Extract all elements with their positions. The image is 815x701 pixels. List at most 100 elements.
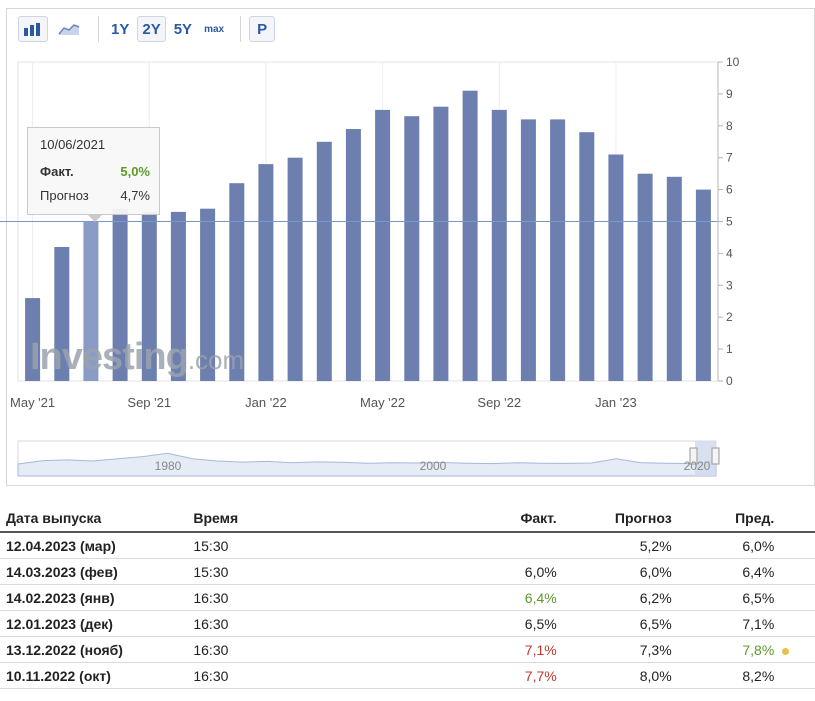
row-forecast: 5,2% — [560, 532, 676, 559]
x-tick-label: May '22 — [360, 395, 405, 410]
table-row: 14.02.2023 (янв) 16:30 6,4% 6,2% 6,5% — [0, 584, 815, 611]
tooltip-forecast-row: Прогноз 4,7% — [40, 188, 150, 203]
row-spacer — [778, 610, 815, 637]
x-tick-label: May '21 — [10, 395, 55, 410]
chart-bar[interactable] — [287, 157, 303, 381]
chart-bar[interactable] — [462, 90, 478, 381]
row-forecast: 8,0% — [560, 662, 676, 689]
revision-dot-icon — [782, 647, 790, 655]
row-date: 14.02.2023 (янв) — [0, 584, 190, 611]
navigator-year-label: 1980 — [155, 459, 182, 473]
row-forecast: 7,3% — [560, 636, 676, 663]
header-time[interactable]: Время — [189, 505, 398, 533]
row-time: 16:30 — [189, 662, 398, 689]
header-spacer — [778, 505, 815, 533]
tooltip-forecast-label: Прогноз — [40, 188, 89, 203]
table-header-row: Дата выпуска Время Факт. Прогноз Пред. — [0, 505, 815, 533]
row-forecast: 6,5% — [560, 610, 676, 637]
chart-bar[interactable] — [608, 154, 624, 382]
y-tick-label: 10 — [726, 55, 740, 69]
row-spacer — [778, 532, 815, 559]
table-row: 12.01.2023 (дек) 16:30 6,5% 6,5% 7,1% — [0, 610, 815, 637]
y-tick-label: 9 — [726, 87, 733, 101]
row-forecast: 6,0% — [560, 558, 676, 585]
y-tick-label: 0 — [726, 374, 733, 388]
y-tick-label: 5 — [726, 215, 733, 229]
chart-bar[interactable] — [316, 141, 332, 382]
header-actual[interactable]: Факт. — [397, 505, 561, 533]
row-actual — [397, 532, 561, 559]
x-tick-label: Jan '22 — [245, 395, 287, 410]
table-row: 14.03.2023 (фев) 15:30 6,0% 6,0% 6,4% — [0, 558, 815, 585]
row-date: 12.04.2023 (мар) — [0, 532, 190, 559]
row-time: 16:30 — [189, 610, 398, 637]
row-spacer — [778, 662, 815, 689]
table-row: 12.04.2023 (мар) 15:30 5,2% 6,0% — [0, 532, 815, 559]
navigator-handle[interactable] — [711, 447, 720, 465]
row-previous: 6,5% — [675, 584, 779, 611]
chart-bar[interactable] — [375, 109, 391, 382]
y-tick-label: 8 — [726, 119, 733, 133]
chart-bar[interactable] — [258, 164, 274, 381]
row-previous: 8,2% — [675, 662, 779, 689]
chart-bar[interactable] — [695, 189, 711, 381]
x-tick-label: Jan '23 — [595, 395, 637, 410]
header-forecast[interactable]: Прогноз — [560, 505, 676, 533]
chart-bar[interactable] — [579, 132, 595, 381]
watermark-suffix: .com — [187, 345, 245, 375]
chart-bar[interactable] — [491, 109, 507, 382]
row-time: 16:30 — [189, 636, 398, 663]
y-tick-label: 4 — [726, 246, 733, 260]
header-previous[interactable]: Пред. — [675, 505, 779, 533]
tooltip-actual-label: Факт. — [40, 164, 74, 179]
chart-bar[interactable] — [550, 119, 566, 382]
chart-bar[interactable] — [666, 176, 682, 381]
y-tick-label: 2 — [726, 310, 733, 324]
release-history-table: Дата выпуска Время Факт. Прогноз Пред. 1… — [0, 505, 815, 689]
row-previous: 6,0% — [675, 532, 779, 559]
row-forecast: 6,2% — [560, 584, 676, 611]
table-row: 10.11.2022 (окт) 16:30 7,7% 8,0% 8,2% — [0, 662, 815, 689]
row-time: 15:30 — [189, 532, 398, 559]
chart-bar[interactable] — [345, 129, 361, 381]
row-date: 13.12.2022 (нояб) — [0, 636, 190, 663]
tooltip-actual-value: 5,0% — [120, 164, 150, 179]
row-date: 14.03.2023 (фев) — [0, 558, 190, 585]
y-tick-label: 1 — [726, 342, 733, 356]
chart-tooltip: 10/06/2021 Факт. 5,0% Прогноз 4,7% — [27, 127, 160, 215]
chart-bar[interactable] — [433, 106, 449, 381]
table-row: 13.12.2022 (нояб) 16:30 7,1% 7,3% 7,8% — [0, 636, 815, 663]
tooltip-forecast-value: 4,7% — [120, 188, 150, 203]
x-tick-label: Sep '22 — [477, 395, 521, 410]
row-previous: 7,8% — [675, 636, 779, 663]
row-actual: 6,5% — [397, 610, 561, 637]
row-actual: 6,0% — [397, 558, 561, 585]
chart-bar[interactable] — [520, 119, 536, 382]
tooltip-actual-row: Факт. 5,0% — [40, 164, 150, 179]
header-date[interactable]: Дата выпуска — [0, 505, 190, 533]
row-actual: 7,7% — [397, 662, 561, 689]
y-tick-label: 7 — [726, 151, 733, 165]
navigator-year-label: 2000 — [420, 459, 447, 473]
chart-bar[interactable] — [637, 173, 653, 381]
y-tick-label: 3 — [726, 278, 733, 292]
row-time: 16:30 — [189, 584, 398, 611]
inflation-bar-chart: 0 1 2 3 4 5 6 7 8 9 10 May '21 Sep '21 Jan '22 May '2… — [0, 55, 740, 477]
row-spacer — [778, 558, 815, 585]
tooltip-date: 10/06/2021 — [40, 137, 106, 152]
row-date: 12.01.2023 (дек) — [0, 610, 190, 637]
row-time: 15:30 — [189, 558, 398, 585]
watermark-brand: Investing — [30, 336, 189, 378]
row-actual: 7,1% — [397, 636, 561, 663]
row-indicator — [778, 636, 815, 663]
row-actual: 6,4% — [397, 584, 561, 611]
chart-bar[interactable] — [404, 116, 420, 381]
row-date: 10.11.2022 (окт) — [0, 662, 190, 689]
tooltip-pointer — [88, 215, 102, 222]
y-tick-label: 6 — [726, 183, 733, 197]
row-previous: 6,4% — [675, 558, 779, 585]
row-previous: 7,1% — [675, 610, 779, 637]
investing-watermark: Investing.com — [30, 336, 244, 379]
navigator-year-label: 2020 — [684, 459, 711, 473]
x-tick-label: Sep '21 — [127, 395, 171, 410]
